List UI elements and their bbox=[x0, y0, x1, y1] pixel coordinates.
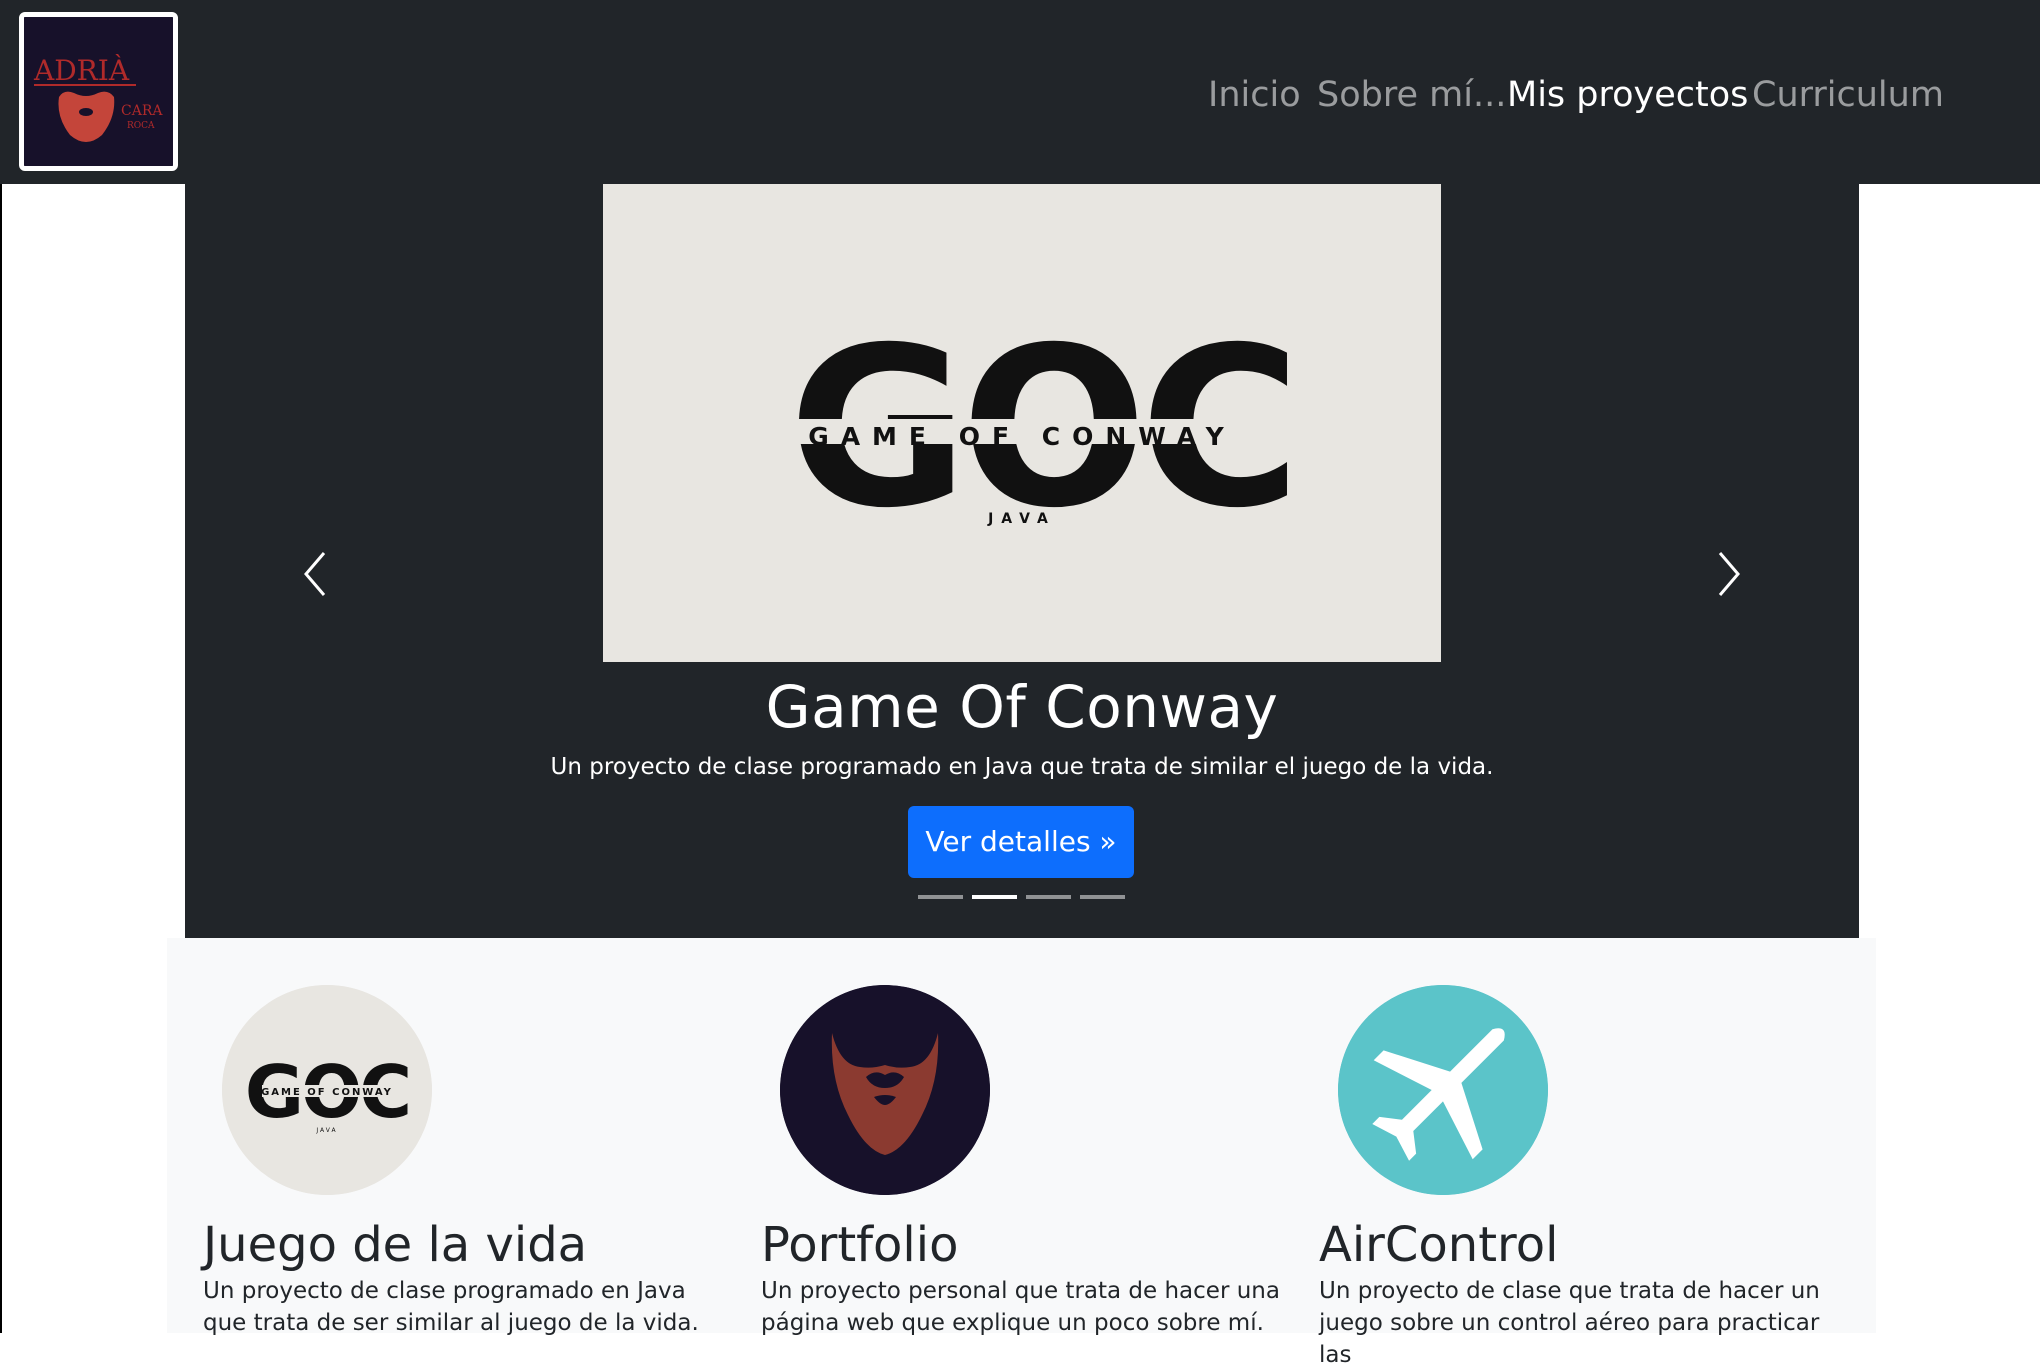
feature-text: Un proyecto de clase programado en Java … bbox=[203, 1278, 699, 1336]
airplane-icon bbox=[1338, 985, 1548, 1195]
chevron-left-icon bbox=[304, 552, 326, 596]
nav-item-mis-proyectos[interactable]: Mis proyectos bbox=[1507, 70, 1748, 120]
nav-item-curriculum[interactable]: Curriculum bbox=[1752, 70, 1944, 120]
logo-text-sub2: ROCA bbox=[127, 121, 155, 131]
svg-text:JAVA: JAVA bbox=[315, 1127, 337, 1134]
goc-middle-text: GAME OF CONWAY bbox=[808, 422, 1236, 451]
page-left-border bbox=[0, 184, 2, 1333]
brand-logo-image: ADRIÀ CARA ROCA bbox=[24, 17, 173, 166]
carousel-prev-button[interactable] bbox=[285, 534, 345, 614]
feature-image-portfolio bbox=[780, 985, 990, 1195]
carousel-indicator-2[interactable] bbox=[972, 895, 1017, 899]
feature-image-goc: GOC GAME OF CONWAY JAVA bbox=[222, 985, 432, 1195]
carousel-indicator-4[interactable] bbox=[1080, 895, 1125, 899]
goc-logo-image: GOC GOC GAME OF CONWAY JAVA bbox=[603, 184, 1441, 662]
carousel-indicator-1[interactable] bbox=[918, 895, 963, 899]
nav-item-inicio[interactable]: Inicio bbox=[1208, 70, 1301, 120]
goc-logo-icon: GOC GAME OF CONWAY JAVA bbox=[222, 985, 432, 1195]
feature-text: Un proyecto personal que trata de hacer … bbox=[761, 1278, 1280, 1336]
beard-icon bbox=[780, 985, 990, 1195]
logo-text-sub: CARA bbox=[121, 103, 163, 119]
navbar: ADRIÀ CARA ROCA Inicio Sobre mí... Mis p… bbox=[0, 0, 2040, 184]
view-details-button[interactable]: Ver detalles » bbox=[908, 806, 1134, 878]
brand-logo[interactable]: ADRIÀ CARA ROCA bbox=[19, 12, 178, 171]
feature-text: Un proyecto de clase que trata de hacer … bbox=[1319, 1278, 1820, 1368]
feature-image-aircontrol bbox=[1338, 985, 1548, 1195]
svg-text:GAME OF CONWAY: GAME OF CONWAY bbox=[261, 1087, 393, 1098]
feature-title: AirControl bbox=[1319, 1217, 1559, 1273]
carousel-indicator-3[interactable] bbox=[1026, 895, 1071, 899]
nav-item-sobre-mi[interactable]: Sobre mí... bbox=[1317, 70, 1506, 120]
logo-text-main: ADRIÀ bbox=[33, 54, 130, 87]
chevron-right-icon bbox=[1718, 552, 1740, 596]
goc-small-text: JAVA bbox=[987, 511, 1056, 527]
carousel-caption-text: Un proyecto de clase programado en Java … bbox=[550, 754, 1494, 780]
project-carousel: GOC GOC GAME OF CONWAY JAVA Game Of Conw… bbox=[185, 184, 1859, 938]
feature-title: Juego de la vida bbox=[203, 1217, 588, 1273]
carousel-slide-image: GOC GOC GAME OF CONWAY JAVA bbox=[603, 184, 1441, 662]
feature-title: Portfolio bbox=[761, 1217, 959, 1273]
carousel-next-button[interactable] bbox=[1699, 534, 1759, 614]
carousel-caption-title: Game Of Conway bbox=[765, 673, 1279, 741]
